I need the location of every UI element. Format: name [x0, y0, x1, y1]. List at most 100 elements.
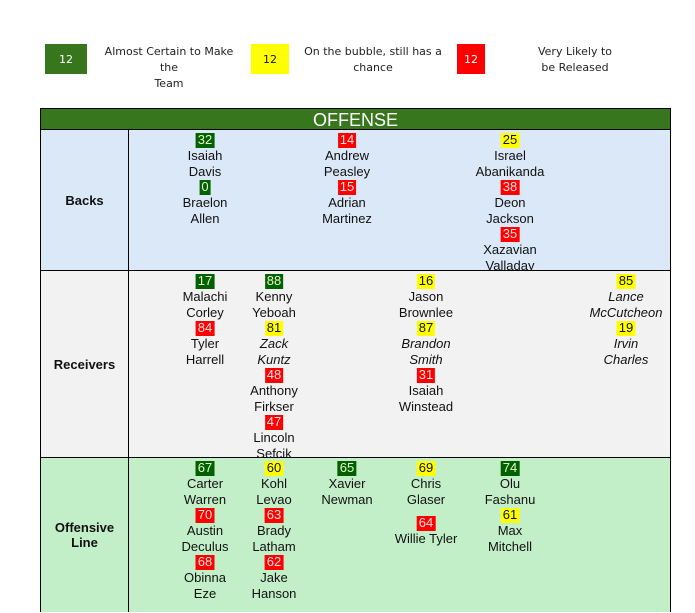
player-entry: 38 Deon Jackson	[476, 179, 545, 226]
player-first-name: Isaiah	[187, 148, 223, 163]
player-entry: 74 Olu Fashanu	[485, 460, 536, 507]
player-entry: 62 Jake Hanson	[252, 554, 297, 601]
player-first-name: Xazavian	[483, 242, 537, 257]
player-column: 88 Kenny Yeboah 81 Zack Kuntz 48 Anthony Firkser…	[250, 273, 298, 461]
jersey-number-badge: 88	[264, 273, 284, 289]
row-label: Offensive Line	[41, 458, 129, 612]
jersey-number-badge: 60	[264, 460, 284, 476]
player-last-name: Eze	[193, 585, 217, 601]
jersey-number-badge: 69	[416, 460, 436, 476]
jersey-number-badge: 35	[500, 226, 520, 242]
player-last-name: Yeboah	[252, 304, 296, 320]
player-last-name: Davis	[188, 163, 222, 179]
player-last-name: Charles	[603, 351, 649, 367]
player-entry: 68 Obinna Eze	[182, 554, 229, 601]
player-entry: 19 Irvin Charles	[590, 320, 663, 367]
legend-label-yellow-line1: On the bubble, still has a	[304, 45, 442, 58]
player-entry: 35 Xazavian Valladay	[476, 226, 545, 273]
player-last-name: Glaser	[406, 491, 446, 507]
player-last-name: Newman	[321, 491, 373, 507]
player-last-name: Martinez	[322, 210, 372, 226]
legend-badge-red: 12	[457, 44, 485, 74]
player-first-name: Adrian	[328, 195, 366, 210]
player-last-name: Hanson	[251, 585, 297, 601]
section-title: OFFENSE	[41, 109, 670, 130]
jersey-number-badge: 17	[195, 273, 215, 289]
legend-label-red-line1: Very Likely to	[537, 45, 612, 58]
player-entry: 67 Carter Warren	[182, 460, 229, 507]
legend-label-yellow-line2: chance	[353, 61, 393, 74]
player-entry: 17 Malachi Corley	[183, 273, 228, 320]
player-last-name: Warren	[183, 491, 227, 507]
player-first-name: Max	[497, 523, 523, 538]
jersey-number-badge: 62	[264, 554, 284, 570]
player-first-name: Lance	[608, 289, 644, 304]
row-backs: Backs 32 Isaiah Davis 0 Braelon Allen 14 Andrew…	[41, 130, 670, 273]
player-column: 25 Israel Abanikanda 38 Deon Jackson 35 Xazavia…	[476, 132, 545, 273]
player-entry: 0 Braelon Allen	[183, 179, 228, 226]
player-entry: 61 Max Mitchell	[485, 507, 536, 554]
player-last-name: Mitchell	[487, 538, 533, 554]
row-label-text: Receivers	[53, 356, 116, 372]
jersey-number-badge: 25	[500, 132, 520, 148]
player-first-name: Malachi	[182, 289, 228, 304]
player-first-name: Brady	[257, 523, 291, 538]
jersey-number-badge: 47	[264, 414, 284, 430]
jersey-number-badge: 74	[500, 460, 520, 476]
player-first-name: Obinna	[184, 570, 226, 585]
player-entry: 65 Xavier Newman	[321, 460, 372, 507]
player-first-name: Deon	[494, 195, 526, 210]
player-column: 67 Carter Warren 70 Austin Deculus 68 Obinna Eze	[182, 460, 229, 601]
player-last-name: Corley	[186, 304, 224, 320]
jersey-number-badge: 84	[195, 320, 215, 336]
player-column: 74 Olu Fashanu 61 Max Mitchell	[485, 460, 536, 554]
player-last-name: Peasley	[323, 163, 371, 179]
player-first-name: Kenny	[255, 289, 293, 304]
jersey-number-badge: 14	[337, 132, 357, 148]
player-column: 16 Jason Brownlee 87 Brandon Smith 31 Isaiah Win…	[399, 273, 453, 414]
player-entry: 60 Kohl Levao	[252, 460, 297, 507]
player-last-name: Jackson	[486, 210, 534, 226]
player-entry: 31 Isaiah Winstead	[399, 367, 453, 414]
player-last-name: Brownlee	[398, 304, 454, 320]
legend-badge-green: 12	[45, 44, 87, 74]
player-entry: 85 Lance McCutcheon	[590, 273, 663, 320]
player-column: 32 Isaiah Davis 0 Braelon Allen	[183, 132, 228, 226]
player-last-name: Allen	[190, 210, 220, 226]
player-first-name: Zack	[259, 336, 289, 351]
jersey-number-badge: 16	[416, 273, 436, 289]
player-first-name: Brandon	[401, 336, 451, 351]
player-first-name: Tyler	[190, 336, 220, 351]
row-label-line1: Offensive	[54, 520, 115, 535]
player-last-name: Kuntz	[257, 351, 291, 367]
player-first-name: Braelon	[182, 195, 228, 210]
player-last-name: Levao	[256, 491, 292, 507]
player-entry: 64 Willie Tyler	[395, 515, 458, 547]
player-last-name: Smith	[409, 351, 443, 367]
legend: 12 Almost Certain to Make the Team 12 On…	[0, 44, 695, 90]
player-first-name: Lincoln	[253, 430, 295, 445]
player-column: 69 Chris Glaser 64 Willie Tyler	[395, 460, 458, 547]
jersey-number-badge: 0	[199, 179, 211, 195]
legend-label-yellow: On the bubble, still has a chance	[298, 44, 448, 76]
player-entry: 47 Lincoln Sefcik	[250, 414, 298, 461]
player-first-name: Jason	[408, 289, 444, 304]
jersey-number-badge: 85	[616, 273, 636, 289]
player-entry: 63 Brady Latham	[252, 507, 297, 554]
player-entry: 84 Tyler Harrell	[183, 320, 228, 367]
row-receivers: Receivers 17 Malachi Corley 84 Tyler Harrell 8…	[41, 271, 670, 461]
player-last-name: Latham	[252, 538, 296, 554]
legend-label-green-line2: Team	[154, 77, 184, 90]
jersey-number-badge: 31	[416, 367, 436, 383]
legend-label-red: Very Likely to be Released	[520, 44, 630, 76]
row-label: Receivers	[41, 271, 129, 457]
player-last-name: Abanikanda	[475, 163, 545, 179]
player-column: 14 Andrew Peasley 15 Adrian Martinez	[322, 132, 372, 226]
player-first-name: Chris	[410, 476, 442, 491]
player-column: 65 Xavier Newman	[321, 460, 372, 507]
row-label-text: Offensive Line	[55, 520, 114, 550]
jersey-number-badge: 67	[195, 460, 215, 476]
player-column: 17 Malachi Corley 84 Tyler Harrell	[183, 273, 228, 367]
player-last-name: Fashanu	[484, 491, 536, 507]
player-last-name: Harrell	[185, 351, 225, 367]
